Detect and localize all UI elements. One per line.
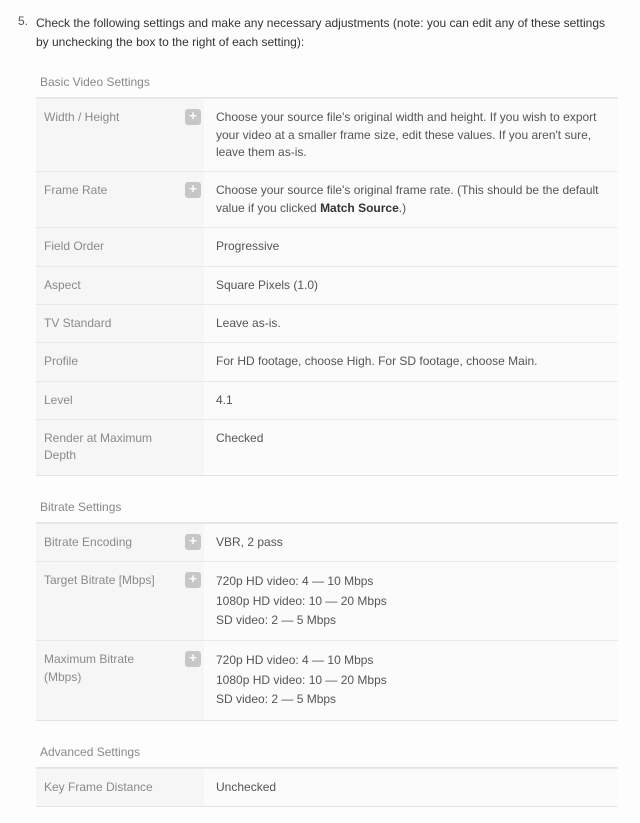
step-item: 5. Check the following settings and make… xyxy=(18,14,618,51)
setting-label: Render at Maximum Depth xyxy=(36,420,182,475)
setting-desc: Choose your source file's original frame… xyxy=(204,172,618,228)
table-row: Target Bitrate [Mbps] + 720p HD video: 4… xyxy=(36,562,618,641)
setting-desc: 4.1 xyxy=(204,381,618,419)
setting-desc: Unchecked xyxy=(204,768,618,806)
section-title-advanced: Advanced Settings xyxy=(36,735,618,767)
setting-desc: Progressive xyxy=(204,228,618,266)
table-row: TV Standard Leave as-is. xyxy=(36,304,618,342)
table-row: Frame Rate + Choose your source file's o… xyxy=(36,172,618,228)
setting-desc: For HD footage, choose High. For SD foot… xyxy=(204,343,618,381)
setting-label: Maximum Bitrate (Mbps) xyxy=(36,641,182,720)
basic-settings-table: Width / Height + Choose your source file… xyxy=(36,98,618,475)
setting-label: Target Bitrate [Mbps] xyxy=(36,562,182,641)
table-row: Key Frame Distance Unchecked xyxy=(36,768,618,806)
setting-label: Frame Rate xyxy=(36,172,182,228)
setting-label: Field Order xyxy=(36,228,182,266)
setting-label: Level xyxy=(36,381,182,419)
bitrate-settings-table: Bitrate Encoding + VBR, 2 pass Target Bi… xyxy=(36,523,618,720)
step-text: Check the following settings and make an… xyxy=(36,14,618,51)
setting-label: Aspect xyxy=(36,266,182,304)
divider xyxy=(36,806,618,807)
table-row: Render at Maximum Depth Checked xyxy=(36,420,618,475)
setting-desc: VBR, 2 pass xyxy=(204,523,618,561)
table-row: Level 4.1 xyxy=(36,381,618,419)
setting-label: Bitrate Encoding xyxy=(36,523,182,561)
table-row: Profile For HD footage, choose High. For… xyxy=(36,343,618,381)
plus-icon[interactable]: + xyxy=(185,534,201,550)
table-row: Bitrate Encoding + VBR, 2 pass xyxy=(36,523,618,561)
setting-desc: Choose your source file's original width… xyxy=(204,99,618,172)
section-title-basic: Basic Video Settings xyxy=(36,65,618,97)
table-row: Width / Height + Choose your source file… xyxy=(36,99,618,172)
setting-label: Profile xyxy=(36,343,182,381)
plus-icon[interactable]: + xyxy=(185,651,201,667)
setting-desc: 720p HD video: 4 — 10 Mbps 1080p HD vide… xyxy=(204,562,618,641)
plus-icon[interactable]: + xyxy=(185,572,201,588)
setting-desc: Leave as-is. xyxy=(204,304,618,342)
plus-icon[interactable]: + xyxy=(185,182,201,198)
setting-label: TV Standard xyxy=(36,304,182,342)
match-source-bold: Match Source xyxy=(320,201,399,215)
step-number: 5. xyxy=(18,14,36,28)
plus-icon[interactable]: + xyxy=(185,109,201,125)
setting-label: Width / Height xyxy=(36,99,182,172)
setting-desc: Square Pixels (1.0) xyxy=(204,266,618,304)
table-row: Aspect Square Pixels (1.0) xyxy=(36,266,618,304)
setting-label: Key Frame Distance xyxy=(36,768,182,806)
advanced-settings-table: Key Frame Distance Unchecked xyxy=(36,768,618,806)
table-row: Field Order Progressive xyxy=(36,228,618,266)
setting-desc: 720p HD video: 4 — 10 Mbps 1080p HD vide… xyxy=(204,641,618,720)
table-row: Maximum Bitrate (Mbps) + 720p HD video: … xyxy=(36,641,618,720)
section-title-bitrate: Bitrate Settings xyxy=(36,490,618,522)
setting-desc: Checked xyxy=(204,420,618,475)
